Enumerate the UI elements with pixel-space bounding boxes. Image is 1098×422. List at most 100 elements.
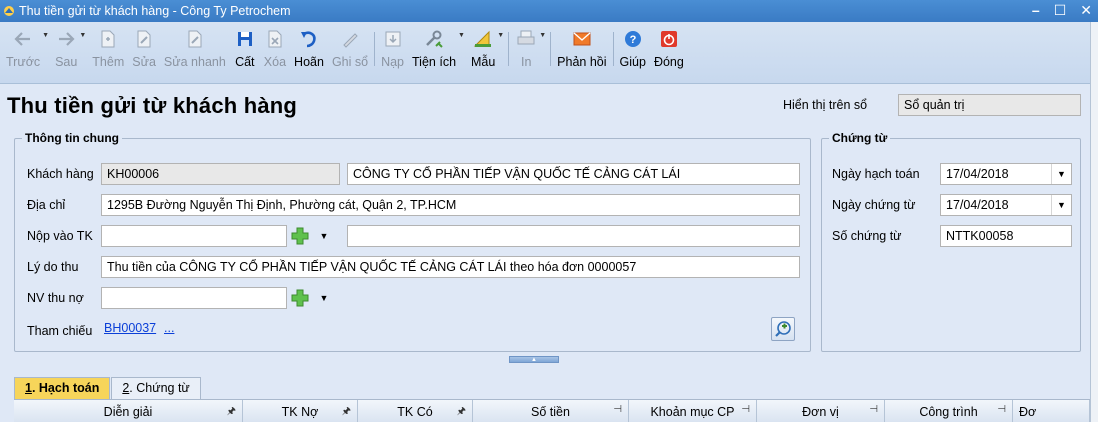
reason-label: Lý do thu bbox=[27, 260, 79, 274]
template-icon bbox=[472, 29, 494, 49]
toolbar-separator bbox=[550, 32, 552, 66]
feedback-mail-icon bbox=[571, 29, 593, 49]
column-header-amount[interactable]: Số tiền ⊣ bbox=[473, 400, 629, 422]
edit-document-icon bbox=[133, 29, 155, 49]
add-button[interactable]: Thêm bbox=[88, 22, 128, 80]
staff-dropdown-icon[interactable]: ▼ bbox=[317, 288, 331, 308]
page-title: Thu tiền gửi từ khách hàng bbox=[7, 93, 298, 118]
tab-accounting[interactable]: 1. Hạch toán bbox=[14, 377, 111, 399]
pin-icon[interactable]: 🖈 bbox=[457, 404, 466, 421]
prev-button[interactable]: Trước bbox=[2, 22, 44, 80]
maximize-icon[interactable]: ☐ bbox=[1054, 2, 1067, 19]
account-dropdown-icon[interactable]: ▼ bbox=[317, 226, 331, 246]
voucher-title: Chứng từ bbox=[829, 131, 891, 145]
customer-label: Khách hàng bbox=[27, 167, 94, 181]
detail-tabs: 1. Hạch toán 2. Chứng từ bbox=[14, 377, 202, 399]
pin-icon[interactable]: ⊣ bbox=[741, 404, 750, 415]
reference-more-link[interactable]: ... bbox=[164, 321, 174, 335]
right-scroll-strip bbox=[1090, 22, 1098, 422]
voucher-no-input[interactable]: NTTK00058 bbox=[940, 225, 1072, 247]
utilities-dropdown-caret[interactable]: ▼ bbox=[458, 32, 465, 39]
toolbar: Trước ▼ Sau ▼ Thêm Sửa Sửa nhanh Cất Xóa… bbox=[0, 22, 1090, 84]
add-reference-icon bbox=[775, 321, 791, 337]
pin-icon[interactable]: ⊣ bbox=[997, 404, 1006, 415]
minimize-icon[interactable]: – bbox=[1032, 2, 1040, 19]
account-input[interactable] bbox=[101, 225, 287, 247]
column-header-unit[interactable]: Đơn vị ⊣ bbox=[757, 400, 885, 422]
display-on-label: Hiển thị trên sổ bbox=[783, 98, 868, 112]
collapse-splitter[interactable]: ▲ bbox=[509, 356, 559, 363]
add-account-plus-icon[interactable] bbox=[290, 226, 310, 246]
staff-label: NV thu nợ bbox=[27, 291, 84, 305]
staff-input[interactable] bbox=[101, 287, 287, 309]
print-button[interactable]: In bbox=[511, 22, 541, 80]
reason-input[interactable]: Thu tiền của CÔNG TY CỔ PHẦN TIẾP VẬN QU… bbox=[101, 256, 800, 278]
arrow-left-icon bbox=[12, 29, 34, 49]
grid-header: Diễn giải 🖈 TK Nợ 🖈 TK Có 🖈 Số tiền ⊣ Khoản … bbox=[14, 399, 1090, 422]
print-icon bbox=[515, 29, 537, 49]
load-button[interactable]: Nạp bbox=[377, 22, 408, 80]
voucher-group: Chứng từ Ngày hạch toán 17/04/2018 ▼ Ngà… bbox=[821, 131, 1081, 352]
close-button[interactable]: Đóng bbox=[650, 22, 688, 80]
pin-icon[interactable]: 🖈 bbox=[342, 404, 351, 421]
save-icon bbox=[234, 29, 256, 49]
voucher-no-label: Số chứng từ bbox=[832, 229, 902, 243]
undo-button[interactable]: Hoãn bbox=[290, 22, 328, 80]
next-dropdown-caret[interactable]: ▼ bbox=[79, 32, 86, 39]
load-icon bbox=[382, 29, 404, 49]
feedback-button[interactable]: Phản hồi bbox=[553, 22, 610, 80]
utilities-button[interactable]: Tiện ích bbox=[408, 22, 460, 80]
add-staff-plus-icon[interactable] bbox=[290, 288, 310, 308]
power-close-icon bbox=[658, 29, 680, 49]
svg-text:?: ? bbox=[629, 34, 636, 46]
quick-edit-button[interactable]: Sửa nhanh bbox=[160, 22, 230, 80]
tab-documents[interactable]: 2. Chứng từ bbox=[111, 377, 201, 399]
display-ledger-input[interactable]: Sổ quản trị bbox=[898, 94, 1081, 116]
window-title: Thu tiền gửi từ khách hàng - Công Ty Pet… bbox=[19, 4, 291, 18]
column-header-debit-account[interactable]: TK Nợ 🖈 bbox=[243, 400, 358, 422]
next-button[interactable]: Sau bbox=[51, 22, 81, 80]
posting-date-label: Ngày hạch toán bbox=[832, 167, 920, 181]
collapse-up-icon: ▲ bbox=[531, 356, 537, 363]
toolbar-separator bbox=[508, 32, 510, 66]
utilities-icon bbox=[423, 29, 445, 49]
app-icon bbox=[4, 6, 14, 16]
column-header-truncated[interactable]: Đơ bbox=[1013, 400, 1090, 422]
help-icon: ? bbox=[622, 29, 644, 49]
customer-name-input[interactable]: CÔNG TY CỔ PHẦN TIẾP VẬN QUỐC TẾ CẢNG CÁ… bbox=[347, 163, 800, 185]
help-button[interactable]: ? Giúp bbox=[616, 22, 650, 80]
reference-link[interactable]: BH00037 bbox=[104, 321, 156, 335]
customer-code-input[interactable]: KH00006 bbox=[101, 163, 340, 185]
column-header-cost-item[interactable]: Khoản mục CP ⊣ bbox=[629, 400, 757, 422]
pin-icon[interactable]: ⊣ bbox=[613, 404, 622, 415]
delete-button[interactable]: Xóa bbox=[260, 22, 290, 80]
toolbar-separator bbox=[612, 32, 614, 66]
post-ledger-icon bbox=[339, 29, 361, 49]
edit-button[interactable]: Sửa bbox=[128, 22, 160, 80]
voucher-date-label: Ngày chứng từ bbox=[832, 198, 916, 212]
voucher-date-dropdown-icon[interactable]: ▼ bbox=[1051, 195, 1071, 215]
undo-icon bbox=[298, 29, 320, 49]
post-button[interactable]: Ghi sổ bbox=[328, 22, 372, 80]
column-header-credit-account[interactable]: TK Có 🖈 bbox=[358, 400, 473, 422]
pin-icon[interactable]: 🖈 bbox=[227, 404, 236, 421]
template-dropdown-caret[interactable]: ▼ bbox=[497, 32, 504, 39]
window-title-bar[interactable]: Thu tiền gửi từ khách hàng - Công Ty Pet… bbox=[0, 0, 1098, 22]
save-button[interactable]: Cất bbox=[230, 22, 260, 80]
account-name-input[interactable] bbox=[347, 225, 800, 247]
general-info-group: Thông tin chung Khách hàng KH00006 CÔNG … bbox=[14, 131, 811, 352]
form-main: Thu tiền gửi từ khách hàng Hiển thị trên… bbox=[0, 84, 1090, 422]
address-label: Địa chỉ bbox=[27, 198, 66, 212]
pin-icon[interactable]: ⊣ bbox=[869, 404, 878, 415]
posting-date-dropdown-icon[interactable]: ▼ bbox=[1051, 164, 1071, 184]
add-reference-button[interactable] bbox=[771, 317, 795, 341]
print-dropdown-caret[interactable]: ▼ bbox=[539, 32, 546, 39]
reference-label: Tham chiếu bbox=[27, 324, 93, 338]
close-icon[interactable]: ✕ bbox=[1080, 2, 1092, 19]
address-input[interactable]: 1295B Đường Nguyễn Thị Định, Phường cát,… bbox=[101, 194, 800, 216]
column-header-description[interactable]: Diễn giải 🖈 bbox=[14, 400, 243, 422]
toolbar-separator bbox=[374, 32, 376, 66]
prev-dropdown-caret[interactable]: ▼ bbox=[42, 32, 49, 39]
column-header-project[interactable]: Công trình ⊣ bbox=[885, 400, 1013, 422]
template-button[interactable]: Mẫu bbox=[467, 22, 499, 80]
